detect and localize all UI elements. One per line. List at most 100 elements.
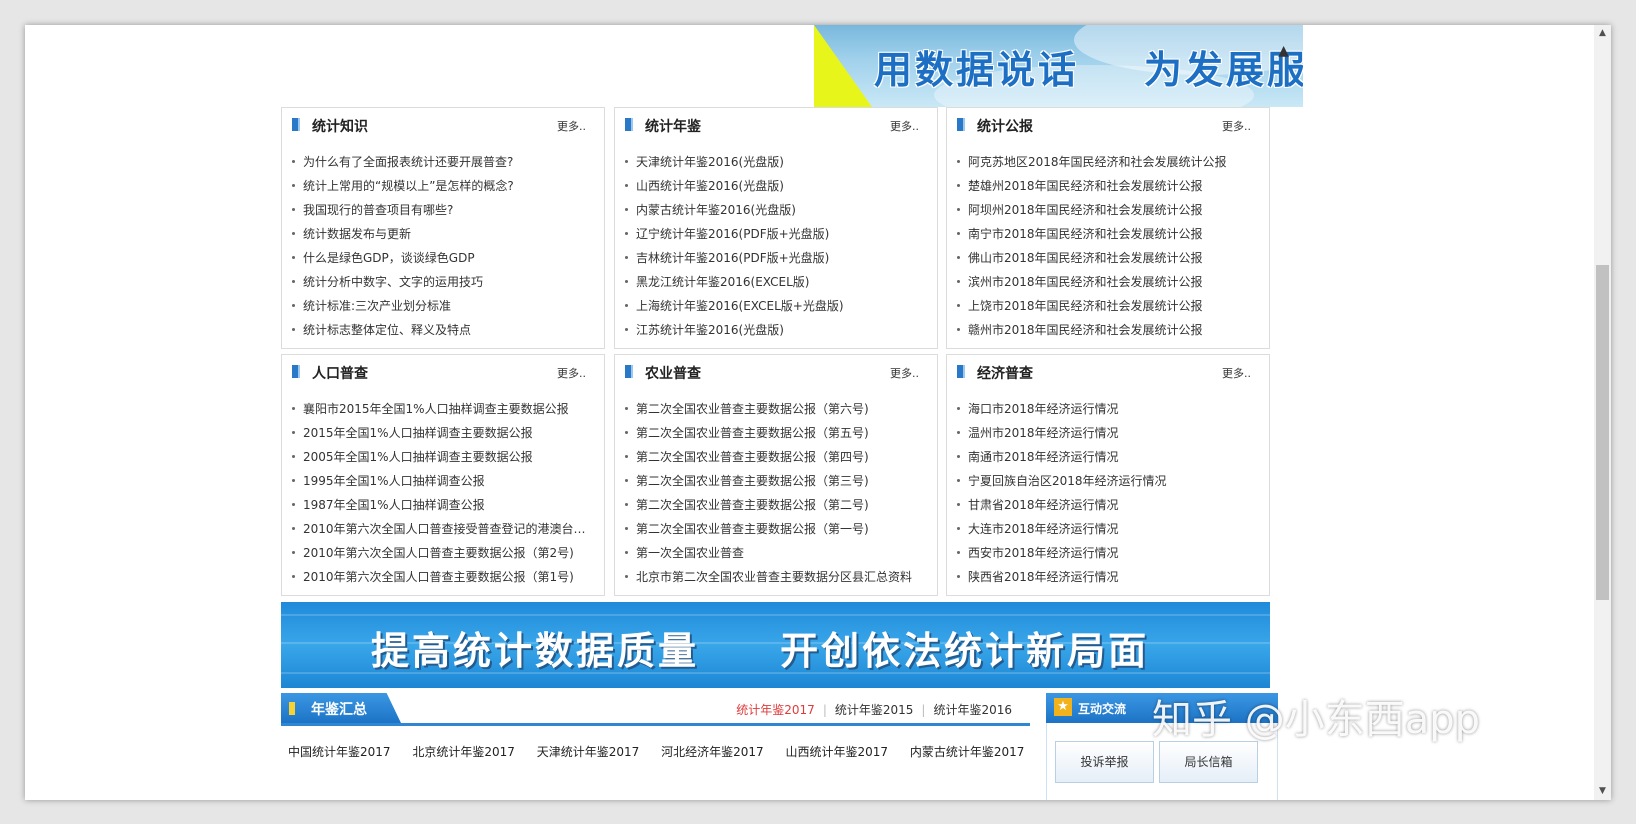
- list-item[interactable]: 第二次全国农业普查主要数据公报（第二号): [623, 493, 929, 517]
- star-icon: ★: [1054, 698, 1072, 716]
- list-item[interactable]: 海口市2018年经济运行情况: [955, 397, 1261, 421]
- list-item[interactable]: 2010年第六次全国人口普查主要数据公报（第1号): [290, 565, 596, 589]
- list-item[interactable]: 南通市2018年经济运行情况: [955, 445, 1261, 469]
- list-item[interactable]: 第二次全国农业普查主要数据公报（第六号): [623, 397, 929, 421]
- complaint-report-button[interactable]: 投诉举报: [1055, 741, 1154, 783]
- list-item[interactable]: 楚雄州2018年国民经济和社会发展统计公报: [955, 174, 1261, 198]
- list-item-text: 海口市2018年经济运行情况: [968, 402, 1119, 416]
- more-link[interactable]: 更多..: [890, 365, 919, 381]
- banner-slogan: 用数据说话 为发展服务: [874, 48, 1303, 92]
- bullet-icon: [957, 304, 960, 307]
- list-item[interactable]: 上饶市2018年国民经济和社会发展统计公报: [955, 294, 1261, 318]
- yearbook-item[interactable]: 河北经济年鉴2017: [661, 743, 764, 760]
- vertical-scrollbar[interactable]: ▲ ▼: [1594, 25, 1611, 800]
- list-item[interactable]: 统计上常用的“规模以上”是怎样的概念?: [290, 174, 596, 198]
- list-item-text: 第二次全国农业普查主要数据公报（第六号): [636, 402, 869, 416]
- list-item[interactable]: 第二次全国农业普查主要数据公报（第一号): [623, 517, 929, 541]
- list-item[interactable]: 阿坝州2018年国民经济和社会发展统计公报: [955, 198, 1261, 222]
- list-item-text: 陕西省2018年经济运行情况: [968, 570, 1119, 584]
- list-item[interactable]: 1995年全国1%人口抽样调查公报: [290, 469, 596, 493]
- list-item[interactable]: 第一次全国农业普查: [623, 541, 929, 565]
- list-item[interactable]: 陕西省2018年经济运行情况: [955, 565, 1261, 589]
- list-item[interactable]: 统计标准:三次产业划分标准: [290, 294, 596, 318]
- list-item[interactable]: 襄阳市2015年全国1%人口抽样调查主要数据公报: [290, 397, 596, 421]
- list-item[interactable]: 山西统计年鉴2016(光盘版): [623, 174, 929, 198]
- yearbook-link-2016[interactable]: 统计年鉴2016: [925, 703, 1020, 717]
- list-item[interactable]: 统计数据发布与更新: [290, 222, 596, 246]
- list-item[interactable]: 2015年全国1%人口抽样调查主要数据公报: [290, 421, 596, 445]
- list-item-text: 赣州市2018年国民经济和社会发展统计公报: [968, 323, 1203, 337]
- bullet-icon: [625, 304, 628, 307]
- yearbook-item[interactable]: 内蒙古统计年鉴2017: [910, 743, 1025, 760]
- list-item[interactable]: 为什么有了全面报表统计还要开展普查?: [290, 150, 596, 174]
- list-item[interactable]: 1987年全国1%人口抽样调查公报: [290, 493, 596, 517]
- list-item-text: 统计标志整体定位、释义及特点: [303, 323, 472, 337]
- yearbook-header: 年鉴汇总 统计年鉴2017 | 统计年鉴2015 | 统计年鉴2016: [281, 693, 1030, 726]
- list-item[interactable]: 2010年第六次全国人口普查接受普查登记的港澳台居...: [290, 517, 596, 541]
- bullet-icon: [292, 208, 295, 211]
- list-item-text: 内蒙古统计年鉴2016(光盘版): [636, 203, 796, 217]
- panel-marker-icon: [625, 118, 633, 131]
- bullet-icon: [292, 503, 295, 506]
- list-item[interactable]: 南宁市2018年国民经济和社会发展统计公报: [955, 222, 1261, 246]
- list-item[interactable]: 阿克苏地区2018年国民经济和社会发展统计公报: [955, 150, 1261, 174]
- list-item-text: 2015年全国1%人口抽样调查主要数据公报: [303, 426, 533, 440]
- more-link[interactable]: 更多..: [1222, 365, 1251, 381]
- list-item[interactable]: 第二次全国农业普查主要数据公报（第三号): [623, 469, 929, 493]
- yearbook-title: 年鉴汇总: [311, 702, 367, 718]
- list-item[interactable]: 吉林统计年鉴2016(PDF版+光盘版): [623, 246, 929, 270]
- bullet-icon: [957, 280, 960, 283]
- article-list: 为什么有了全面报表统计还要开展普查? 统计上常用的“规模以上”是怎样的概念? 我国现…: [290, 150, 596, 342]
- list-item[interactable]: 赣州市2018年国民经济和社会发展统计公报: [955, 318, 1261, 342]
- scroll-thumb[interactable]: [1596, 265, 1609, 600]
- more-link[interactable]: 更多..: [890, 118, 919, 134]
- list-item[interactable]: 江苏统计年鉴2016(光盘版): [623, 318, 929, 342]
- yearbook-item[interactable]: 北京统计年鉴2017: [412, 743, 515, 760]
- bullet-icon: [292, 479, 295, 482]
- bullet-icon: [292, 575, 295, 578]
- list-item[interactable]: 宁夏回族自治区2018年经济运行情况: [955, 469, 1261, 493]
- list-item[interactable]: 2005年全国1%人口抽样调查主要数据公报: [290, 445, 596, 469]
- more-link[interactable]: 更多..: [557, 365, 586, 381]
- yearbook-item[interactable]: 中国统计年鉴2017: [288, 743, 391, 760]
- list-item[interactable]: 黑龙江统计年鉴2016(EXCEL版): [623, 270, 929, 294]
- list-item[interactable]: 辽宁统计年鉴2016(PDF版+光盘版): [623, 222, 929, 246]
- yearbook-item[interactable]: 天津统计年鉴2017: [537, 743, 640, 760]
- bullet-icon: [292, 280, 295, 283]
- bullet-icon: [292, 455, 295, 458]
- list-item[interactable]: 佛山市2018年国民经济和社会发展统计公报: [955, 246, 1261, 270]
- list-item[interactable]: 内蒙古统计年鉴2016(光盘版): [623, 198, 929, 222]
- bullet-icon: [957, 527, 960, 530]
- scroll-down-icon[interactable]: ▼: [1594, 783, 1611, 800]
- yearbook-link-2017[interactable]: 统计年鉴2017: [728, 703, 823, 717]
- panel-header: 人口普查 更多..: [282, 355, 604, 389]
- list-item[interactable]: 西安市2018年经济运行情况: [955, 541, 1261, 565]
- yearbook-link-2015[interactable]: 统计年鉴2015: [827, 703, 922, 717]
- list-item[interactable]: 我国现行的普查项目有哪些?: [290, 198, 596, 222]
- list-item[interactable]: 温州市2018年经济运行情况: [955, 421, 1261, 445]
- list-item[interactable]: 第二次全国农业普查主要数据公报（第五号): [623, 421, 929, 445]
- panel-marker-icon: [292, 118, 300, 131]
- list-item[interactable]: 2010年第六次全国人口普查主要数据公报（第2号): [290, 541, 596, 565]
- more-link[interactable]: 更多..: [557, 118, 586, 134]
- list-item[interactable]: 上海统计年鉴2016(EXCEL版+光盘版): [623, 294, 929, 318]
- scroll-up-icon[interactable]: ▲: [1594, 25, 1611, 42]
- list-item-text: 天津统计年鉴2016(光盘版): [636, 155, 784, 169]
- director-mailbox-button[interactable]: 局长信箱: [1159, 741, 1258, 783]
- list-item[interactable]: 滨州市2018年国民经济和社会发展统计公报: [955, 270, 1261, 294]
- more-link[interactable]: 更多..: [1222, 118, 1251, 134]
- bullet-icon: [957, 431, 960, 434]
- list-item-text: 西安市2018年经济运行情况: [968, 546, 1119, 560]
- list-item[interactable]: 甘肃省2018年经济运行情况: [955, 493, 1261, 517]
- list-item-text: 1995年全国1%人口抽样调查公报: [303, 474, 485, 488]
- list-item[interactable]: 大连市2018年经济运行情况: [955, 517, 1261, 541]
- list-item[interactable]: 北京市第二次全国农业普查主要数据分区县汇总资料: [623, 565, 929, 589]
- list-item[interactable]: 天津统计年鉴2016(光盘版): [623, 150, 929, 174]
- list-item-text: 温州市2018年经济运行情况: [968, 426, 1119, 440]
- list-item[interactable]: 统计标志整体定位、释义及特点: [290, 318, 596, 342]
- bullet-icon: [625, 455, 628, 458]
- yearbook-item[interactable]: 山西统计年鉴2017: [786, 743, 889, 760]
- list-item[interactable]: 统计分析中数字、文字的运用技巧: [290, 270, 596, 294]
- list-item[interactable]: 第二次全国农业普查主要数据公报（第四号): [623, 445, 929, 469]
- list-item[interactable]: 什么是绿色GDP，谈谈绿色GDP: [290, 246, 596, 270]
